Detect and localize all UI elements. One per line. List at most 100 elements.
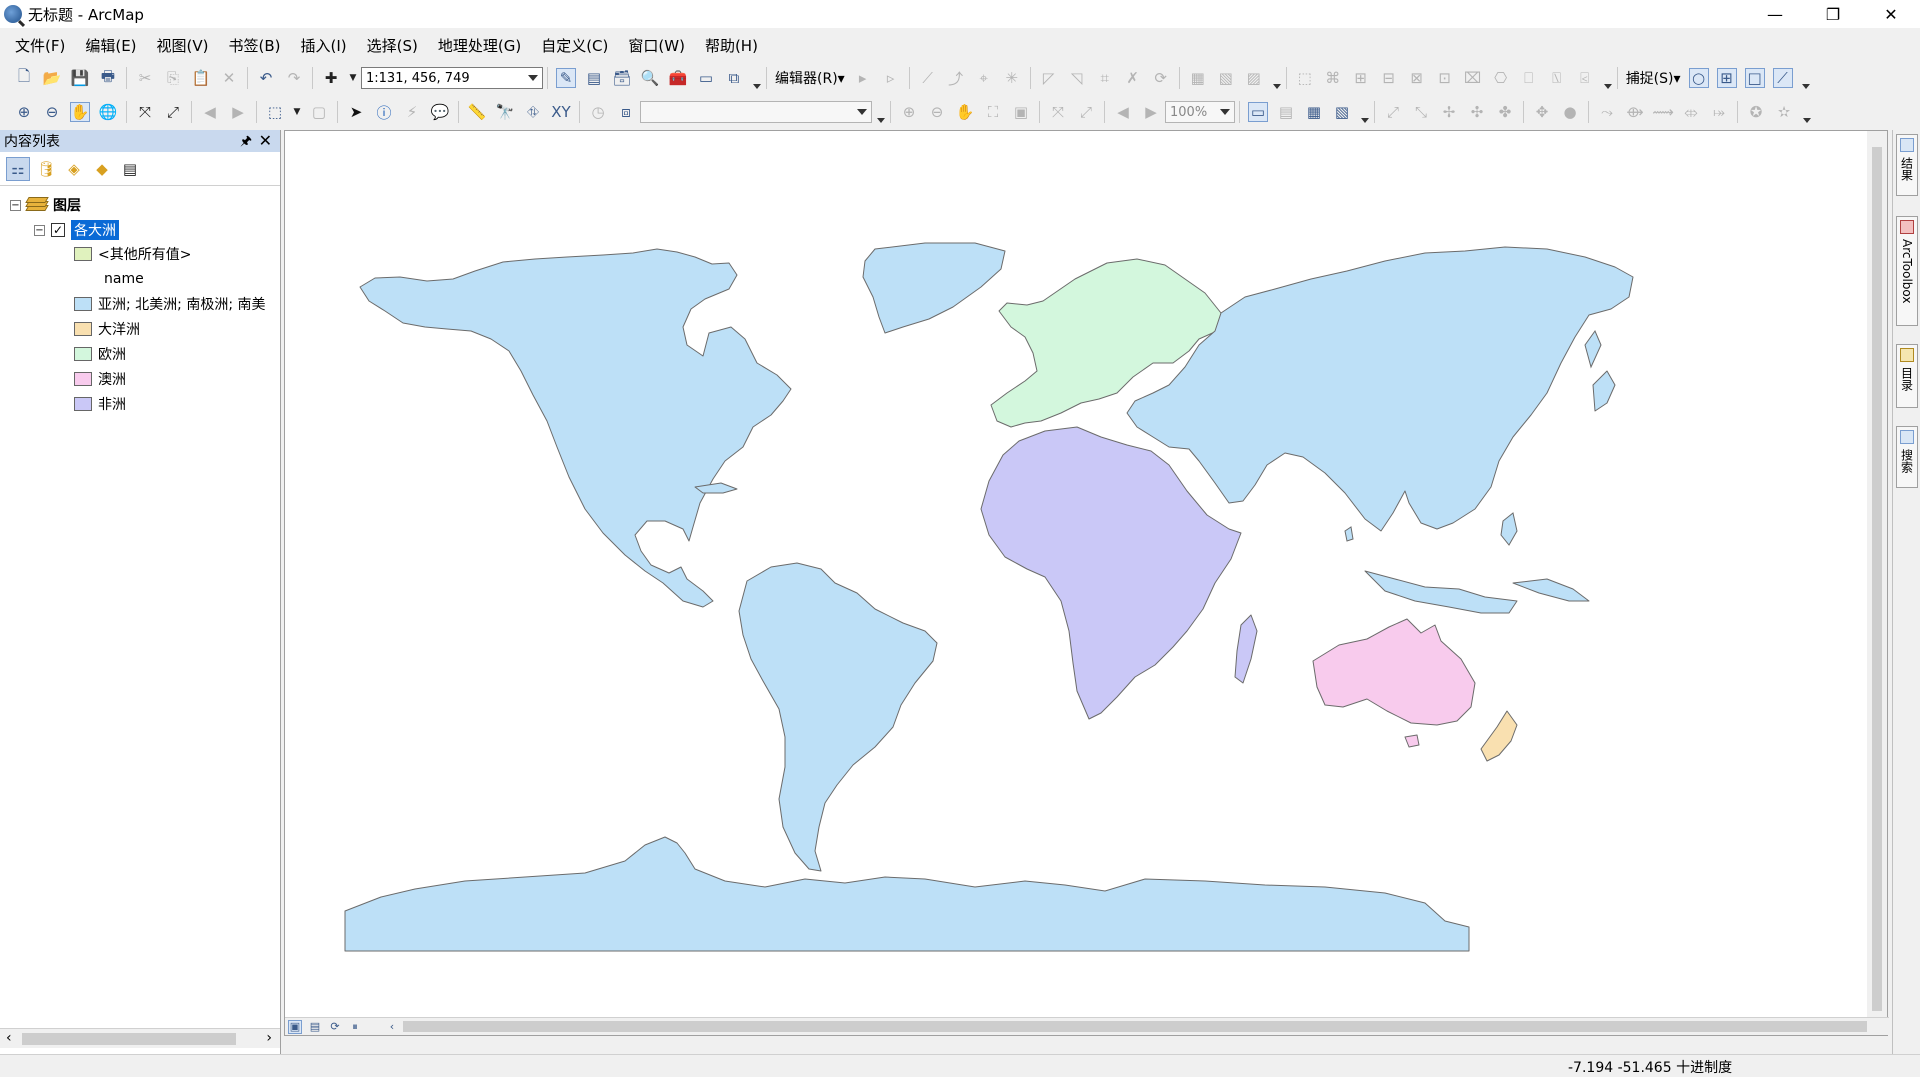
network-analyst-icon[interactable]: ⤳ [1597, 102, 1617, 122]
legend-swatch[interactable] [74, 397, 92, 411]
split-icon[interactable]: ✗ [1123, 68, 1143, 88]
legend-swatch[interactable] [74, 322, 92, 336]
legend-swatch[interactable] [74, 247, 92, 261]
point-snapping-icon[interactable]: ○ [1688, 68, 1709, 88]
new-document-icon[interactable]: 🗋 [14, 67, 34, 88]
menu-selection[interactable]: 选择(S) [360, 30, 425, 62]
data-driven-pages-icon[interactable]: ▧ [1332, 102, 1352, 122]
layout-toolbar-options-icon[interactable] [1359, 101, 1369, 123]
back-extent-icon[interactable]: ◀ [200, 102, 220, 122]
pin-icon[interactable]: 🖈 [240, 132, 252, 154]
save-icon[interactable]: 💾 [70, 68, 90, 88]
menu-view[interactable]: 视图(V) [150, 30, 216, 62]
snapping-toolbar-options-icon[interactable] [1800, 67, 1810, 89]
toc-horizontal-scrollbar[interactable]: ‹ › [0, 1028, 280, 1048]
cut-polygon-icon[interactable]: ⌗ [1095, 68, 1115, 88]
georef-shift-icon[interactable]: ⤡ [1411, 102, 1431, 122]
pan-icon[interactable]: ✋ [70, 102, 90, 122]
zoom-out-icon[interactable]: ⊖ [42, 102, 62, 122]
spatial-toolbar-options-icon[interactable] [1801, 101, 1811, 123]
zoom-100-icon[interactable]: ▣ [1011, 102, 1031, 122]
restore-button[interactable]: ❐ [1804, 0, 1862, 28]
catalog-icon[interactable]: 🗃 [612, 68, 632, 88]
find-icon[interactable]: 🔭 [495, 102, 515, 122]
zoom-percent-combo[interactable]: 100% [1165, 101, 1235, 123]
layer-visibility-checkbox[interactable]: ✓ [51, 223, 65, 237]
layer-name[interactable]: 各大洲 [71, 220, 119, 240]
spatial-adjust-icon[interactable]: ✥ [1532, 102, 1552, 122]
create-viewer-window-icon[interactable]: ⧈ [616, 102, 636, 122]
measure-icon[interactable]: 📏 [467, 102, 487, 122]
arctoolbox-icon[interactable]: 🧰 [668, 68, 688, 88]
create-features-icon[interactable]: ▨ [1244, 68, 1264, 88]
map-horizontal-scrollbar[interactable] [403, 1021, 1867, 1032]
map-scale-combo[interactable]: 1:131, 456, 749 [361, 67, 543, 89]
map-topology-icon[interactable]: ⊡ [1435, 68, 1455, 88]
list-by-selection-icon[interactable]: ◆ [90, 157, 114, 181]
go-to-xy-icon[interactable]: XY [551, 102, 571, 122]
georef-rotate-icon[interactable]: ⤢ [1383, 102, 1403, 122]
geometric-network-icon[interactable]: ⍂ [1547, 68, 1567, 88]
table-of-contents-icon[interactable]: ▤ [584, 68, 604, 88]
solve-icon[interactable]: ⟴ [1625, 102, 1645, 122]
validate-icon[interactable]: ⊞ [1351, 68, 1371, 88]
fixed-zoom-in-layout-icon[interactable]: ⤧ [1048, 102, 1068, 122]
edge-snapping-icon[interactable]: ⟋ [1772, 68, 1793, 88]
edit-vertices-icon[interactable]: ◸ [1039, 68, 1059, 88]
advanced-edit-icon[interactable]: ⍃ [1575, 68, 1595, 88]
legend-item[interactable]: 亚洲; 北美洲; 南极洲; 南美 [74, 293, 266, 315]
add-data-dropdown-icon[interactable]: ▼ [349, 68, 357, 88]
html-popup-icon[interactable]: 💬 [430, 102, 450, 122]
smooth-icon[interactable]: ⎕ [1519, 68, 1539, 88]
editor-menu[interactable]: 编辑器(R)▾ [775, 68, 845, 88]
select-features-dropdown-icon[interactable]: ▼ [293, 102, 301, 122]
print-icon[interactable]: 🖶 [98, 67, 118, 88]
toggle-draft-mode-icon[interactable]: ▭ [1248, 102, 1268, 122]
world-map[interactable] [285, 131, 1869, 1019]
scroll-right-icon[interactable]: › [266, 1030, 272, 1046]
select-features-icon[interactable]: ⬚ [265, 102, 285, 122]
legend-item[interactable]: 欧洲 [74, 343, 126, 365]
topology-toolbar-options-icon[interactable] [1602, 67, 1612, 89]
menu-file[interactable]: 文件(F) [8, 30, 72, 62]
endpoint-arc-icon[interactable]: ⤴ [946, 68, 966, 88]
undo-icon[interactable]: ↶ [256, 68, 276, 88]
refresh-icon[interactable]: ⟳ [328, 1020, 342, 1034]
fixed-zoom-out-icon[interactable]: ⤢ [163, 102, 183, 122]
next-extent-layout-icon[interactable]: ▶ [1141, 102, 1161, 122]
editor-toolbar-icon[interactable]: ✎ [556, 68, 576, 88]
clear-selection-icon[interactable]: ▢ [309, 102, 329, 122]
add-control-points-icon[interactable]: ✢ [1439, 102, 1459, 122]
cartographic-icon[interactable]: ✪ [1746, 102, 1766, 122]
end-snapping-icon[interactable]: ⊞ [1716, 68, 1737, 88]
forward-extent-icon[interactable]: ▶ [228, 102, 248, 122]
delete-icon[interactable]: ✕ [219, 68, 239, 88]
menu-help[interactable]: 帮助(H) [698, 30, 765, 62]
network-identify-icon[interactable]: ⤅ [1709, 102, 1729, 122]
tools-toolbar-options-icon[interactable] [875, 101, 885, 123]
attributes-icon[interactable]: ▦ [1188, 68, 1208, 88]
view-link-table-icon[interactable]: ✤ [1495, 102, 1515, 122]
python-window-icon[interactable]: ▭ [696, 68, 716, 88]
layout-view-icon[interactable]: ▤ [308, 1020, 322, 1034]
menu-geoprocessing[interactable]: 地理处理(G) [431, 30, 528, 62]
identify-icon[interactable]: ⓘ [374, 102, 394, 122]
paste-icon[interactable]: 📋 [191, 68, 211, 88]
scroll-thumb[interactable] [22, 1033, 236, 1045]
open-icon[interactable]: 📂 [42, 68, 62, 88]
toolbar-options-icon[interactable] [751, 67, 761, 89]
data-view-icon[interactable]: ▣ [288, 1019, 302, 1034]
collapse-icon[interactable]: − [10, 199, 21, 211]
legend-item[interactable]: 澳洲 [74, 368, 126, 390]
vertex-snapping-icon[interactable]: □ [1744, 68, 1765, 88]
generalize-icon[interactable]: ⎔ [1491, 68, 1511, 88]
menu-windows[interactable]: 窗口(W) [621, 30, 692, 62]
legend-other-values[interactable]: <其他所有值> [74, 243, 191, 265]
copy-icon[interactable]: ⎘ [163, 68, 183, 88]
legend-swatch[interactable] [74, 297, 92, 311]
find-route-icon[interactable]: ⛗ [523, 102, 543, 122]
edit-annotation-icon[interactable]: ▹ [881, 68, 901, 88]
toc-options-icon[interactable]: ▤ [118, 157, 142, 181]
menu-bookmarks[interactable]: 书签(B) [222, 30, 288, 62]
previous-extent-layout-icon[interactable]: ◀ [1113, 102, 1133, 122]
